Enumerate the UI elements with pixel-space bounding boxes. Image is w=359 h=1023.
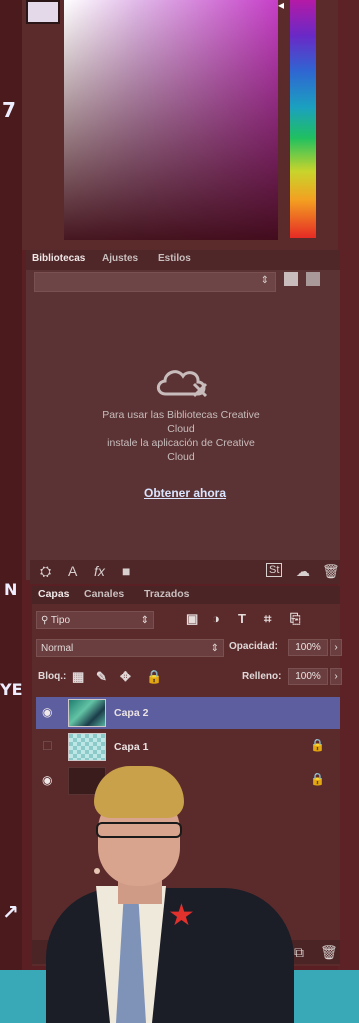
chevron-updown-icon: ⇕ bbox=[210, 643, 219, 654]
layer-name: Capa 2 bbox=[114, 707, 149, 719]
fill-dropdown-icon[interactable]: › bbox=[330, 668, 342, 685]
library-select[interactable]: ⇕ bbox=[34, 272, 276, 292]
hue-slider-handle-icon[interactable]: ◂ bbox=[278, 0, 284, 12]
message-line: Cloud bbox=[167, 451, 195, 463]
fx-icon[interactable]: fx bbox=[94, 563, 105, 579]
layer-filter-select[interactable]: ⚲ Tipo ⇕ bbox=[36, 611, 154, 629]
get-now-link[interactable]: Obtener ahora bbox=[70, 486, 300, 500]
tab-ajustes[interactable]: Ajustes bbox=[102, 253, 138, 264]
grid-view-icon[interactable] bbox=[284, 272, 298, 286]
cloud-icon[interactable]: ☁ bbox=[296, 563, 310, 580]
scribble-mark: N bbox=[4, 580, 18, 599]
tab-bibliotecas[interactable]: Bibliotecas bbox=[32, 253, 85, 264]
saturation-brightness-field[interactable] bbox=[64, 0, 278, 240]
fill-label: Relleno: bbox=[242, 671, 282, 682]
headset-mic bbox=[94, 868, 100, 874]
type-icon[interactable]: A bbox=[68, 563, 77, 579]
tab-canales[interactable]: Canales bbox=[84, 588, 124, 600]
foreground-color-swatch[interactable] bbox=[26, 0, 60, 24]
type-filter-icon[interactable]: T bbox=[238, 611, 246, 626]
layer-row-capa-2[interactable]: ◉ Capa 2 bbox=[36, 697, 340, 729]
message-line: Cloud bbox=[167, 423, 195, 435]
fill-input[interactable]: 100% bbox=[288, 668, 328, 685]
hue-slider[interactable] bbox=[290, 0, 316, 238]
layer-thumbnail bbox=[68, 699, 106, 727]
lock-icon: 🔒 bbox=[310, 772, 325, 786]
lock-all-icon[interactable]: 🔒 bbox=[146, 669, 162, 685]
layer-name: Capa 1 bbox=[114, 741, 149, 753]
new-layer-icon[interactable]: ⧉ bbox=[294, 944, 304, 961]
presenter-glasses bbox=[96, 822, 182, 838]
chevron-updown-icon: ⇕ bbox=[260, 275, 269, 286]
pixel-filter-icon[interactable]: ▣ bbox=[186, 611, 198, 627]
lock-label: Bloq.: bbox=[38, 671, 67, 682]
layer-row-capa-1[interactable]: ☐ Capa 1 🔒 bbox=[36, 731, 340, 763]
trash-icon[interactable]: 🗑 bbox=[320, 944, 338, 961]
tab-capas[interactable]: Capas bbox=[38, 588, 70, 600]
trash-icon[interactable]: 🗑 bbox=[322, 563, 340, 580]
filter-label: Tipo bbox=[50, 615, 71, 626]
list-view-icon[interactable] bbox=[306, 272, 320, 286]
lock-icon: 🔒 bbox=[310, 738, 325, 752]
scribble-mark: YE bbox=[0, 680, 23, 699]
tab-estilos[interactable]: Estilos bbox=[158, 253, 191, 264]
opacity-dropdown-icon[interactable]: › bbox=[330, 639, 342, 656]
scribble-mark: 7 bbox=[2, 98, 16, 122]
message-line: instale la aplicación de Creative bbox=[107, 437, 255, 449]
graphic-icon[interactable]: ⛭ bbox=[40, 563, 51, 580]
cloud-sync-icon bbox=[156, 370, 208, 398]
eye-icon[interactable]: ◉ bbox=[42, 705, 52, 719]
blend-mode-select[interactable]: Normal ⇕ bbox=[36, 639, 224, 657]
whiteboard-left-edge bbox=[0, 0, 22, 1023]
shape-filter-icon[interactable]: ⌗ bbox=[264, 611, 271, 627]
presenter-hair bbox=[94, 766, 184, 818]
blend-mode-value: Normal bbox=[41, 643, 74, 654]
smart-object-filter-icon[interactable]: ⎘ bbox=[290, 611, 300, 627]
chevron-updown-icon: ⇕ bbox=[140, 615, 149, 626]
opacity-input[interactable]: 100% bbox=[288, 639, 328, 656]
layer-row-background[interactable]: ◉ 🔒 bbox=[36, 765, 340, 797]
visibility-toggle[interactable]: ☐ bbox=[42, 739, 53, 753]
star-pin-icon: ★ bbox=[168, 899, 195, 932]
libraries-message: Para usar las Bibliotecas Creative Cloud… bbox=[70, 408, 292, 464]
lock-transparent-icon[interactable]: ▦ bbox=[72, 669, 84, 685]
lock-move-icon[interactable]: ✥ bbox=[120, 669, 131, 685]
color-icon[interactable]: ■ bbox=[122, 563, 130, 579]
opacity-label: Opacidad: bbox=[229, 641, 278, 652]
tab-trazados[interactable]: Trazados bbox=[144, 588, 190, 600]
whiteboard-right-edge bbox=[338, 0, 359, 1023]
eye-icon[interactable]: ◉ bbox=[42, 773, 52, 787]
lock-brush-icon[interactable]: ✎ bbox=[96, 669, 107, 685]
adjustment-filter-icon[interactable]: ◑ bbox=[212, 611, 220, 626]
message-line: Para usar las Bibliotecas Creative bbox=[102, 409, 260, 421]
search-icon: ⚲ bbox=[41, 615, 51, 626]
layer-thumbnail bbox=[68, 733, 106, 761]
stock-icon[interactable]: St bbox=[266, 563, 283, 577]
scribble-mark: ↗ bbox=[2, 900, 19, 924]
